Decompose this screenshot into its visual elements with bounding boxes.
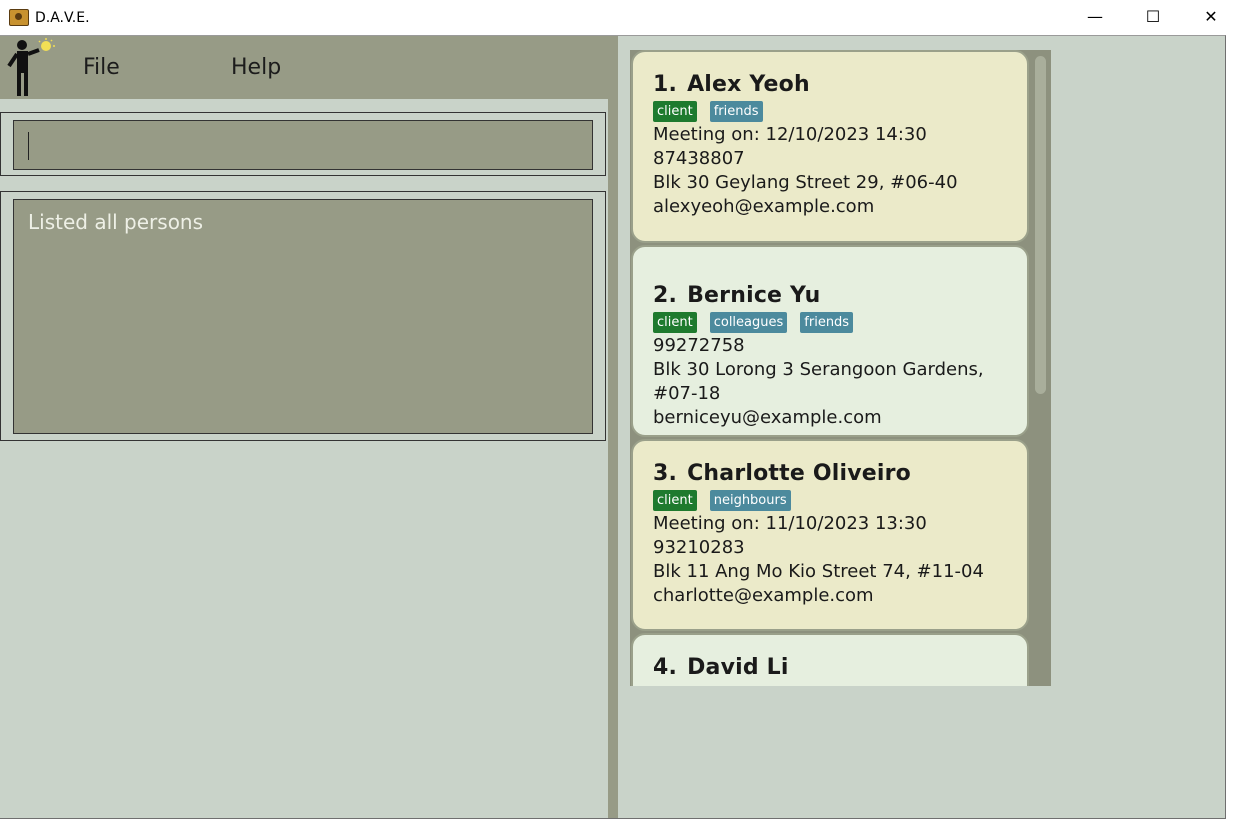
title-bar: D.A.V.E. — ☐ ✕ (0, 0, 1240, 35)
butler-logo-icon (7, 38, 55, 96)
command-input[interactable] (13, 120, 593, 170)
meeting-time: Meeting on: 11/10/2023 13:30 (653, 513, 927, 534)
person-index: 2. (653, 283, 678, 308)
email: charlotte@example.com (653, 585, 874, 606)
tag-list: client friends (653, 101, 1027, 122)
tag: colleagues (709, 312, 788, 333)
person-name: Alex Yeoh (687, 72, 810, 97)
menu-file[interactable]: File (83, 55, 120, 80)
split-pane-divider[interactable] (608, 36, 618, 818)
maximize-icon: ☐ (1145, 6, 1161, 26)
result-display: Listed all persons (13, 199, 593, 434)
tag: friends (709, 101, 763, 122)
menu-bar: File Help (0, 36, 608, 99)
person-index: 4. (653, 655, 678, 680)
email: alexyeoh@example.com (653, 196, 875, 217)
tag-list: client colleagues friends (653, 312, 1027, 333)
right-pane: 1. Alex Yeoh client friends Meeting on: 1… (618, 36, 1225, 818)
app-window: File Help Listed all persons 1. Alex Yeoh (0, 35, 1226, 819)
person-card[interactable]: 4. David Li (631, 633, 1029, 686)
person-card[interactable]: 3. Charlotte Oliveiro client neighbours M… (631, 439, 1029, 631)
person-name-row: 1. Alex Yeoh (653, 72, 1027, 97)
person-index: 3. (653, 461, 678, 486)
meeting-time: Meeting on: 12/10/2023 14:30 (653, 124, 927, 145)
phone: 99272758 (653, 335, 745, 356)
person-card[interactable]: 2. Bernice Yu client colleagues friends 9… (631, 245, 1029, 437)
window-controls: — ☐ ✕ (1066, 0, 1240, 35)
phone: 87438807 (653, 148, 745, 169)
menu-help[interactable]: Help (231, 55, 281, 80)
text-caret (28, 132, 29, 160)
tag: client (653, 312, 697, 333)
tag: client (653, 101, 697, 122)
result-display-frame: Listed all persons (0, 191, 606, 441)
result-message: Listed all persons (28, 210, 204, 234)
close-icon: ✕ (1204, 6, 1218, 26)
command-box-frame (0, 112, 606, 176)
person-index: 1. (653, 72, 678, 97)
person-name-row: 2. Bernice Yu (653, 283, 1027, 308)
person-card[interactable]: 1. Alex Yeoh client friends Meeting on: 1… (631, 50, 1029, 243)
minimize-icon: — (1087, 6, 1103, 26)
email: berniceyu@example.com (653, 407, 882, 428)
app-icon (9, 9, 29, 26)
address: Blk 30 Lorong 3 Serangoon Gardens, #07-1… (653, 359, 984, 404)
list-scrollbar[interactable] (1030, 50, 1051, 686)
person-name: David Li (687, 655, 789, 680)
person-name: Bernice Yu (687, 283, 821, 308)
tag-list: client neighbours (653, 490, 1027, 511)
tag: friends (800, 312, 854, 333)
tag: client (653, 490, 697, 511)
phone: 93210283 (653, 537, 745, 558)
person-name-row: 4. David Li (653, 655, 1027, 680)
person-name: Charlotte Oliveiro (687, 461, 912, 486)
left-pane: File Help Listed all persons (0, 36, 608, 818)
address: Blk 30 Geylang Street 29, #06-40 (653, 172, 958, 193)
person-list[interactable]: 1. Alex Yeoh client friends Meeting on: 1… (630, 50, 1051, 686)
maximize-button[interactable]: ☐ (1124, 0, 1182, 32)
address: Blk 11 Ang Mo Kio Street 74, #11-04 (653, 561, 984, 582)
scrollbar-thumb[interactable] (1035, 56, 1046, 394)
person-name-row: 3. Charlotte Oliveiro (653, 461, 1027, 486)
close-button[interactable]: ✕ (1182, 0, 1240, 32)
minimize-button[interactable]: — (1066, 0, 1124, 32)
tag: neighbours (709, 490, 791, 511)
window-title: D.A.V.E. (35, 9, 90, 26)
